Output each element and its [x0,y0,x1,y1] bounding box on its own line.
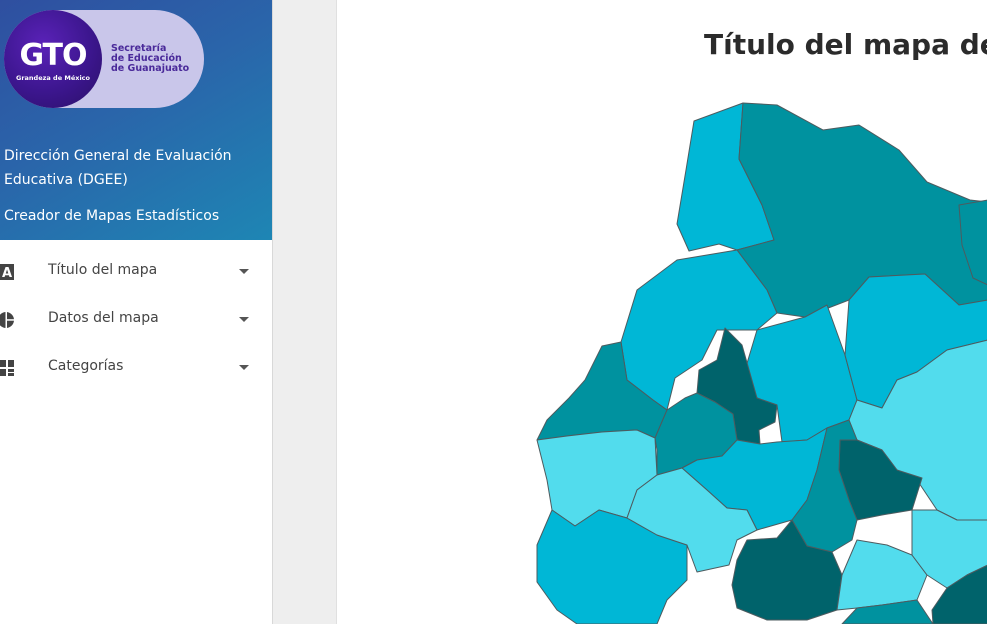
caret-down-icon [239,365,249,370]
choropleth-map [536,102,987,624]
sidebar: GTO Grandeza de México Secretaría de Edu… [0,0,273,624]
menu-item-categorias[interactable]: Categorías [0,344,272,392]
sidebar-header: GTO Grandeza de México Secretaría de Edu… [0,0,272,240]
caret-down-icon [239,269,249,274]
svg-text:A: A [2,266,12,281]
menu-item-titulo[interactable]: A Título del mapa [0,248,272,296]
department-name-line2: Educativa (DGEE) [4,172,128,188]
menu-item-datos[interactable]: Datos del mapa [0,296,272,344]
menu-item-label: Título del mapa [48,262,158,278]
grid-blocks-icon [0,360,14,376]
department-name-line1: Dirección General de Evaluación [4,148,232,164]
app-name: Creador de Mapas Estadísticos [4,208,220,224]
logo: GTO Grandeza de México Secretaría de Edu… [4,10,204,108]
menu-item-label: Categorías [48,358,124,374]
logo-emblem: GTO Grandeza de México [4,10,102,108]
map-canvas: Título del mapa de e [336,0,987,624]
pie-chart-icon [0,311,16,329]
logo-org-name: Secretaría de Educación de Guanajuato [111,44,203,74]
text-a-icon: A [0,264,14,281]
menu-item-label: Datos del mapa [48,310,159,326]
caret-down-icon [239,317,249,322]
logo-brand: GTO [19,38,87,73]
logo-tagline: Grandeza de México [16,74,90,82]
logo-org-line: de Guanajuato [111,63,190,74]
page-gutter [273,0,336,624]
